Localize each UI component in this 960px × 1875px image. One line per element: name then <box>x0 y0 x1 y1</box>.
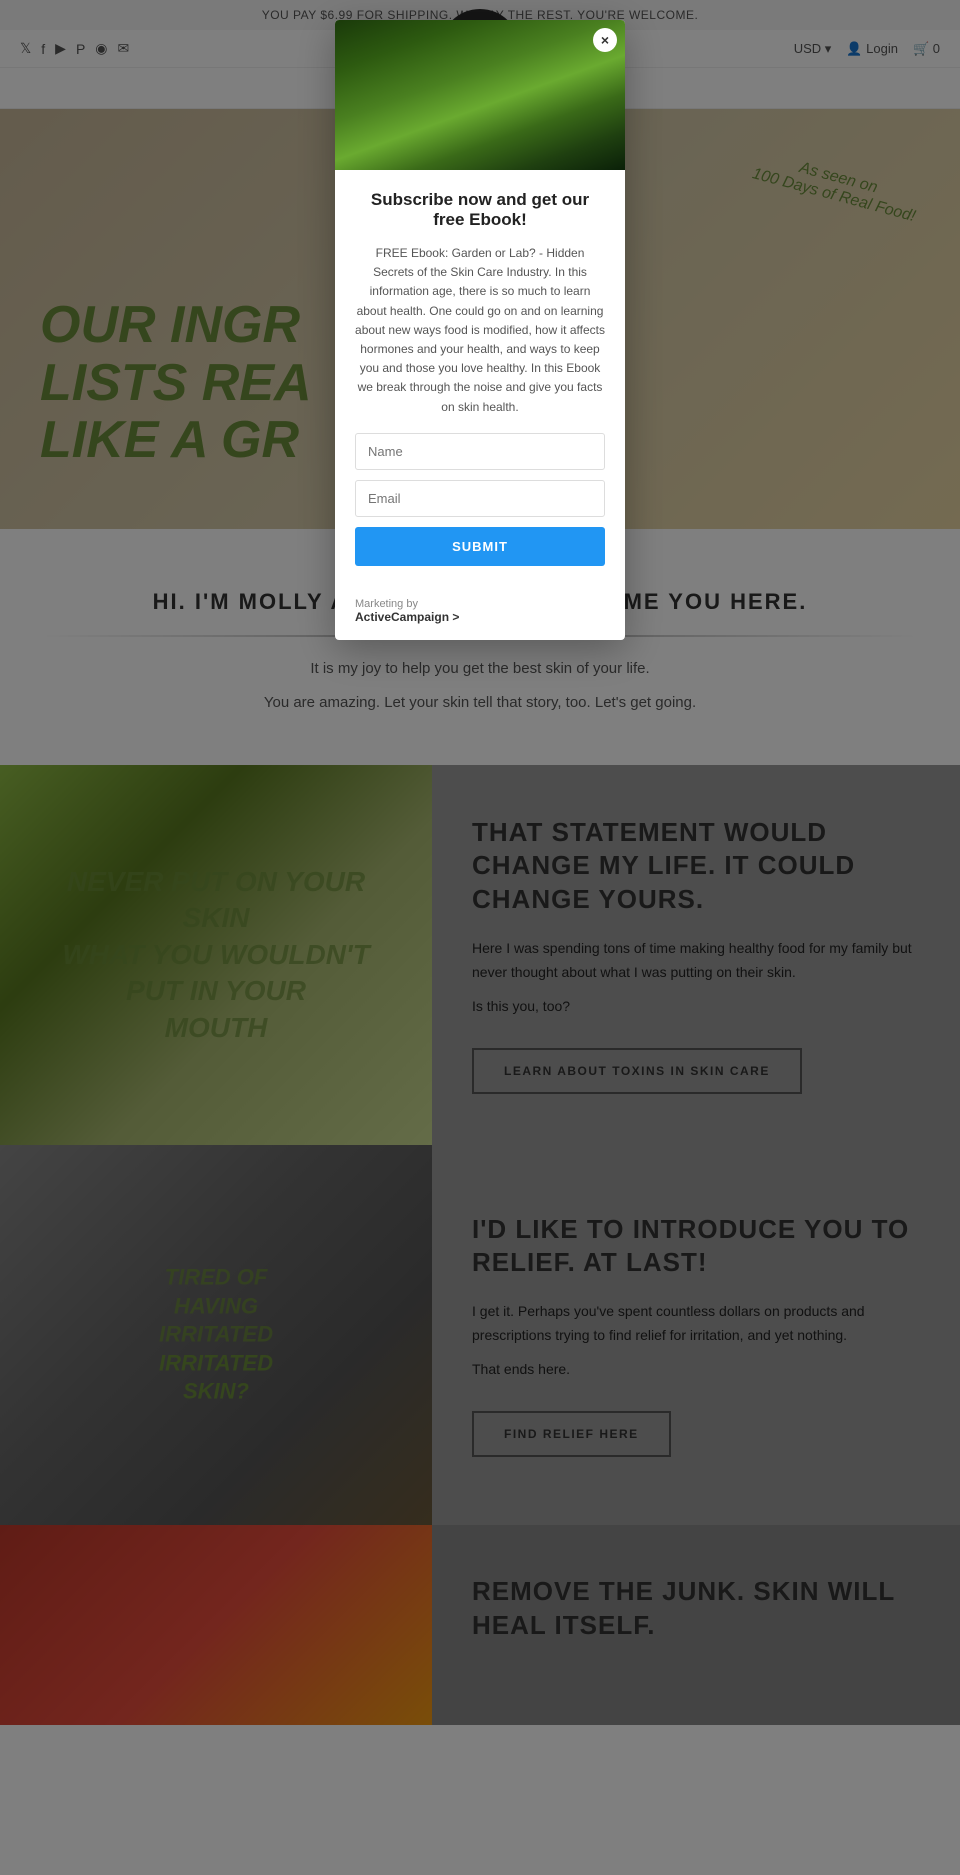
modal-email-input[interactable] <box>355 480 605 517</box>
marketing-by-label: Marketing by <box>355 598 605 610</box>
active-campaign-link[interactable]: ActiveCampaign > <box>355 610 605 624</box>
modal-body: Subscribe now and get our free Ebook! FR… <box>335 170 625 586</box>
modal-description: FREE Ebook: Garden or Lab? - Hidden Secr… <box>355 244 605 417</box>
modal-name-input[interactable] <box>355 433 605 470</box>
modal-image: × <box>335 20 625 170</box>
modal-close-button[interactable]: × <box>593 28 617 52</box>
modal-title: Subscribe now and get our free Ebook! <box>355 190 605 230</box>
modal-overlay[interactable]: × Subscribe now and get our free Ebook! … <box>0 0 960 1875</box>
modal-submit-button[interactable]: SUBMIT <box>355 527 605 566</box>
modal-image-inner <box>335 20 625 170</box>
modal-footer: Marketing by ActiveCampaign > <box>335 586 625 640</box>
subscribe-modal: × Subscribe now and get our free Ebook! … <box>335 20 625 640</box>
